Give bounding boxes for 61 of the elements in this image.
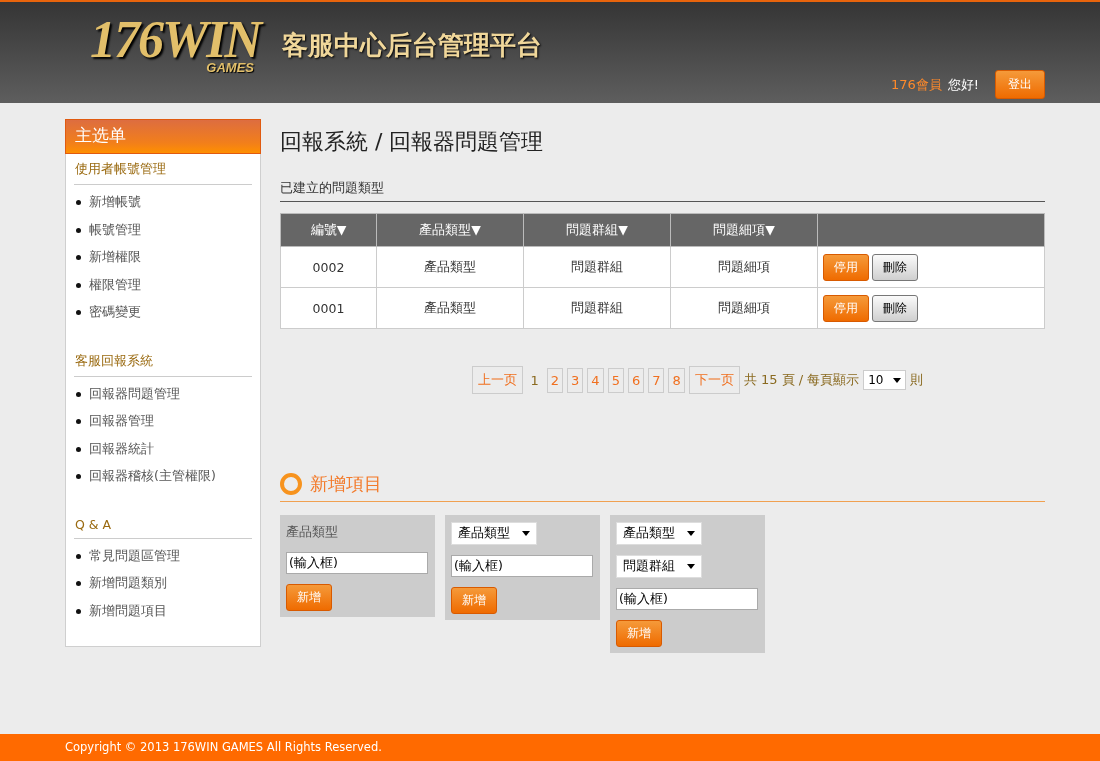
- sidebar-heading: Q & A: [74, 510, 252, 539]
- table-cell: 問題群組: [523, 246, 671, 288]
- greeting: 您好!: [947, 75, 979, 94]
- bullet-icon: [76, 581, 81, 587]
- dropdown[interactable]: 產品類型: [616, 522, 702, 545]
- bullet-icon: [76, 282, 81, 288]
- table-cell: 0001: [280, 287, 377, 329]
- bullet-icon: [76, 474, 81, 480]
- field-label: 產品類型: [286, 523, 338, 541]
- bullet-icon: [76, 391, 81, 397]
- delete-button[interactable]: 刪除: [872, 294, 918, 322]
- bullet-icon: [76, 310, 81, 316]
- site-title: 客服中心后台管理平台: [282, 29, 542, 62]
- sidebar-item[interactable]: 回報器問題管理: [89, 385, 180, 403]
- table-cell: 產品類型: [376, 287, 524, 329]
- column-header[interactable]: 問題細項▼: [670, 213, 818, 247]
- sidebar-item[interactable]: 回報器統計: [89, 440, 154, 458]
- dropdown[interactable]: 問題群組: [616, 555, 702, 578]
- bullet-icon: [76, 419, 81, 425]
- sidebar-heading: 使用者帳號管理: [74, 153, 252, 185]
- sidebar-item[interactable]: 新增權限: [89, 249, 141, 267]
- table-cell: 問題細項: [670, 246, 818, 288]
- bullet-icon: [76, 200, 81, 206]
- ring-icon: [280, 473, 302, 495]
- sidebar-title: 主选单: [65, 119, 261, 154]
- sidebar-item[interactable]: 回報器管理: [89, 413, 154, 431]
- dropdown[interactable]: 產品類型: [451, 522, 537, 545]
- table-cell: 0002: [280, 246, 377, 288]
- bullet-icon: [76, 446, 81, 452]
- bullet-icon: [76, 255, 81, 261]
- column-header[interactable]: 產品類型▼: [376, 213, 524, 247]
- sidebar-item[interactable]: 回報器稽核(主管權限): [89, 468, 216, 486]
- sidebar-item[interactable]: 常見問題區管理: [89, 547, 180, 565]
- column-header[interactable]: 問題群組▼: [523, 213, 671, 247]
- bullet-icon: [76, 608, 81, 614]
- sidebar-heading: 客服回報系統: [74, 346, 252, 377]
- section-title: 新增項目: [310, 472, 382, 496]
- input-field[interactable]: (輸入框): [616, 588, 758, 610]
- sidebar-item[interactable]: 新增帳號: [89, 194, 141, 212]
- input-field[interactable]: (輸入框): [286, 552, 428, 574]
- table-cell: 問題細項: [670, 287, 818, 329]
- page-summary: 共 15 頁 / 每頁顯示: [743, 371, 860, 389]
- input-field[interactable]: (輸入框): [451, 555, 593, 577]
- bullet-icon: [76, 553, 81, 559]
- user-name: 176會員: [890, 75, 942, 94]
- column-header[interactable]: 編號▼: [280, 213, 377, 247]
- per-page-unit: 則: [910, 371, 924, 389]
- table-cell: 問題群組: [523, 287, 671, 329]
- delete-button[interactable]: 刪除: [872, 253, 918, 281]
- sidebar-item[interactable]: 權限管理: [89, 276, 141, 294]
- per-page-select[interactable]: 10: [863, 370, 907, 390]
- sidebar-item[interactable]: 帳號管理: [89, 221, 141, 239]
- section-caption: 已建立的問題類型: [280, 179, 1045, 202]
- footer-copyright: Copyright © 2013 176WIN GAMES All Rights Reserved.: [0, 734, 1100, 761]
- sidebar-item[interactable]: 新增問題項目: [89, 602, 167, 620]
- sidebar-item[interactable]: 新增問題類別: [89, 575, 167, 593]
- sidebar-item[interactable]: 密碼變更: [89, 304, 141, 322]
- page-link[interactable]: 1: [526, 367, 543, 393]
- bullet-icon: [76, 227, 81, 233]
- table-cell: 產品類型: [376, 246, 524, 288]
- page-title: 回報系統 / 回報器問題管理: [280, 128, 545, 156]
